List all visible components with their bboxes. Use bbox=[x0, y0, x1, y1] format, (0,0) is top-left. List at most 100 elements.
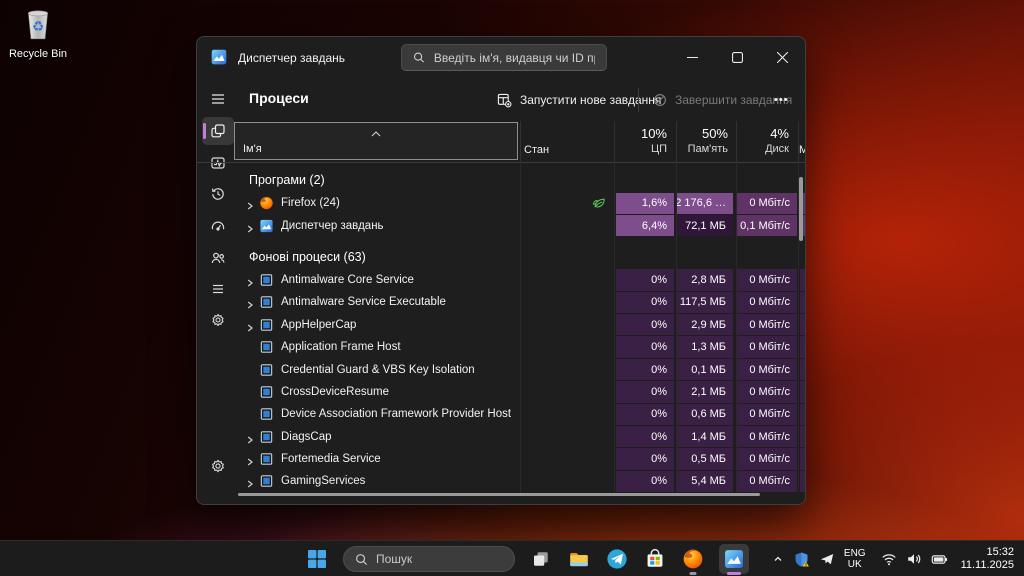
network-cell-partial bbox=[800, 359, 805, 380]
battery-icon[interactable] bbox=[931, 551, 948, 568]
task-view-icon[interactable] bbox=[529, 541, 553, 576]
memory-cell: 0,1 МБ bbox=[677, 359, 733, 380]
process-name: DiagsCap bbox=[281, 431, 332, 443]
generic-icon bbox=[259, 317, 274, 332]
start-icon[interactable] bbox=[305, 541, 329, 576]
volume-icon[interactable] bbox=[906, 551, 922, 567]
minimize-button[interactable] bbox=[670, 37, 715, 77]
generic-icon bbox=[259, 272, 274, 287]
vertical-scrollbar[interactable] bbox=[799, 177, 803, 241]
expand-chevron-icon[interactable] bbox=[245, 221, 255, 231]
network-cell-partial bbox=[800, 269, 805, 290]
cpu-cell: 0% bbox=[616, 314, 674, 335]
search-icon bbox=[355, 553, 368, 566]
file-explorer-icon[interactable] bbox=[567, 541, 591, 576]
disk-label: Диск bbox=[736, 142, 789, 156]
column-header-name[interactable]: Ім'я bbox=[234, 122, 518, 160]
menu-icon[interactable] bbox=[202, 85, 234, 113]
close-button[interactable] bbox=[760, 37, 805, 77]
disk-cell: 0,1 Мбіт/с bbox=[737, 215, 797, 236]
run-new-task-label: Запустити нове завдання bbox=[520, 93, 661, 107]
column-header-memory[interactable]: 50% Пам'ять bbox=[676, 126, 728, 156]
column-name-label: Ім'я bbox=[243, 143, 262, 155]
memory-cell: 117,5 МБ bbox=[677, 292, 733, 313]
tray-chevron-up-icon[interactable] bbox=[772, 553, 784, 565]
process-row[interactable]: Credential Guard & VBS Key Isolation0%0,… bbox=[197, 358, 805, 380]
process-name: Application Frame Host bbox=[281, 341, 401, 353]
expand-chevron-icon[interactable] bbox=[245, 198, 255, 208]
sort-ascending-icon bbox=[371, 124, 381, 142]
process-row[interactable]: Antimalware Core Service0%2,8 МБ0 Мбіт/с bbox=[197, 269, 805, 291]
telegram-icon[interactable] bbox=[605, 541, 629, 576]
task-manager-icon[interactable] bbox=[719, 544, 749, 574]
network-cell-partial bbox=[800, 471, 805, 492]
clock[interactable]: 15:32 11.11.2025 bbox=[961, 546, 1014, 572]
security-shield-icon[interactable] bbox=[793, 551, 810, 568]
expand-chevron-icon[interactable] bbox=[245, 432, 255, 442]
recycle-bin-icon[interactable]: ♻ Recycle Bin bbox=[6, 6, 70, 60]
more-options-icon: ••• bbox=[774, 94, 789, 106]
task-manager-window: Диспетчер завдань Введіть ім'я, видавця … bbox=[196, 36, 806, 505]
taskbar-search-input[interactable]: Пошук bbox=[343, 546, 515, 572]
process-row[interactable]: Firefox (24)1,6%2 176,6 …0 Мбіт/с bbox=[197, 192, 805, 214]
expand-chevron-icon[interactable] bbox=[245, 275, 255, 285]
process-row[interactable]: DiagsCap0%1,4 МБ0 Мбіт/с bbox=[197, 426, 805, 448]
process-name: GamingServices bbox=[281, 475, 365, 487]
firefox-icon[interactable] bbox=[681, 541, 705, 576]
efficiency-mode-leaf-icon bbox=[591, 195, 607, 211]
process-row[interactable]: Диспетчер завдань6,4%72,1 МБ0,1 Мбіт/с bbox=[197, 214, 805, 236]
microsoft-store-icon[interactable] bbox=[643, 541, 667, 576]
process-group-header[interactable]: Програми (2) bbox=[197, 168, 805, 192]
task-manager-logo-icon bbox=[210, 48, 228, 66]
language-indicator[interactable]: ENG UK bbox=[844, 548, 866, 570]
column-header-status[interactable]: Стан bbox=[524, 144, 549, 156]
generic-icon bbox=[259, 340, 274, 355]
network-cell-partial bbox=[800, 448, 805, 469]
wifi-icon[interactable] bbox=[881, 551, 897, 567]
memory-cell: 0,6 МБ bbox=[677, 404, 733, 425]
process-name: Fortemedia Service bbox=[281, 453, 381, 465]
search-icon bbox=[413, 51, 425, 64]
disk-cell: 0 Мбіт/с bbox=[737, 269, 797, 290]
expand-chevron-icon[interactable] bbox=[245, 320, 255, 330]
process-row[interactable]: Antimalware Service Executable0%117,5 МБ… bbox=[197, 291, 805, 313]
cpu-cell: 0% bbox=[616, 359, 674, 380]
toolbar-divider bbox=[638, 88, 639, 112]
horizontal-scrollbar[interactable] bbox=[238, 493, 760, 496]
process-row[interactable]: Fortemedia Service0%0,5 МБ0 Мбіт/с bbox=[197, 448, 805, 470]
maximize-button[interactable] bbox=[715, 37, 760, 77]
page-title: Процеси bbox=[249, 90, 309, 106]
memory-total-percent: 50% bbox=[676, 126, 728, 142]
tray-time: 15:32 bbox=[961, 546, 1014, 559]
memory-cell: 5,4 МБ bbox=[677, 471, 733, 492]
column-header-cpu[interactable]: 10% ЦП bbox=[614, 126, 667, 156]
taskbar: Пошук bbox=[0, 540, 1024, 576]
process-row[interactable]: Device Association Framework Provider Ho… bbox=[197, 403, 805, 425]
more-options-button[interactable]: ••• bbox=[768, 86, 795, 114]
disk-total-percent: 4% bbox=[736, 126, 789, 142]
expand-chevron-icon[interactable] bbox=[245, 297, 255, 307]
memory-cell: 0,5 МБ bbox=[677, 448, 733, 469]
process-name: AppHelperCap bbox=[281, 319, 356, 331]
expand-chevron-icon[interactable] bbox=[245, 476, 255, 486]
run-new-task-button[interactable]: Запустити нове завдання bbox=[491, 86, 667, 114]
process-row[interactable]: Application Frame Host0%1,3 МБ0 Мбіт/с bbox=[197, 336, 805, 358]
process-group-header[interactable]: Фонові процеси (63) bbox=[197, 245, 805, 269]
network-cell-partial bbox=[800, 314, 805, 335]
cpu-cell: 0% bbox=[616, 471, 674, 492]
process-row[interactable]: CrossDeviceResume0%2,1 МБ0 Мбіт/с bbox=[197, 381, 805, 403]
cpu-cell: 0% bbox=[616, 381, 674, 402]
title-bar[interactable]: Диспетчер завдань Введіть ім'я, видавця … bbox=[197, 37, 805, 77]
expand-chevron-icon[interactable] bbox=[245, 454, 255, 464]
column-header-network-partial[interactable]: М bbox=[799, 144, 806, 156]
disk-cell: 0 Мбіт/с bbox=[737, 314, 797, 335]
language-bottom: UK bbox=[844, 559, 866, 570]
tray-telegram-icon[interactable] bbox=[819, 551, 835, 567]
active-indicator bbox=[727, 572, 741, 575]
titlebar-search-input[interactable]: Введіть ім'я, видавця чи ID пр... bbox=[401, 44, 607, 71]
column-header-disk[interactable]: 4% Диск bbox=[736, 126, 789, 156]
recycle-bin-label: Recycle Bin bbox=[6, 48, 70, 60]
process-row[interactable]: GamingServices0%5,4 МБ0 Мбіт/с bbox=[197, 470, 805, 492]
process-row[interactable]: AppHelperCap0%2,9 МБ0 Мбіт/с bbox=[197, 314, 805, 336]
generic-icon bbox=[259, 384, 274, 399]
